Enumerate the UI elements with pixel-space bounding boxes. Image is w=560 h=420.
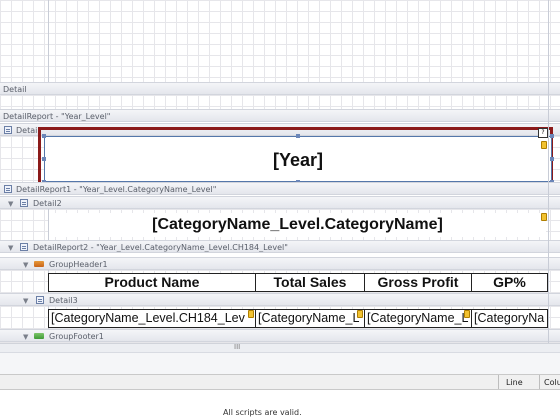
line-label: Line [506, 378, 523, 387]
panel-divider [0, 352, 560, 374]
band-label: Detail [3, 85, 27, 94]
band-group-footer1[interactable]: ▼ GroupFooter1 [0, 329, 560, 342]
cell-gp-percent: [CategoryNa [474, 311, 545, 325]
band-label: DetailReport2 - "Year_Level.CategoryName… [33, 243, 288, 252]
band-detail-report2[interactable]: ▼ DetailReport2 - "Year_Level.CategoryNa… [0, 240, 560, 253]
band-label: Detail [16, 126, 40, 135]
band-icon [4, 185, 12, 193]
resize-handle[interactable] [550, 134, 554, 138]
margin-line [548, 0, 549, 355]
category-name-label[interactable]: [CategoryName_Level.CategoryName] [49, 213, 546, 237]
horizontal-scrollbar[interactable]: III [0, 343, 560, 352]
scrollbar-grip-icon[interactable]: III [234, 343, 240, 351]
band-label: Detail3 [49, 296, 78, 305]
cell-product-name: [CategoryName_Level.CH184_Lev [51, 311, 245, 325]
resize-handle[interactable] [296, 134, 300, 138]
band-detail[interactable]: Detail [0, 82, 560, 95]
column-label: Colu [544, 378, 560, 387]
table-cell[interactable]: [CategoryName_L [364, 309, 472, 328]
band-icon [20, 199, 28, 207]
design-grid-detail[interactable] [0, 95, 560, 109]
collapse-arrow-icon[interactable]: ▼ [8, 242, 13, 252]
header-gross-profit: Gross Profit [377, 274, 459, 290]
status-bar: Line Colu [0, 374, 560, 390]
band-detail-report-year[interactable]: DetailReport - "Year_Level" [0, 109, 560, 122]
table-cell[interactable]: [CategoryName_L [255, 309, 365, 328]
band-label: DetailReport1 - "Year_Level.CategoryName… [16, 185, 217, 194]
band-icon [36, 296, 44, 304]
header-product-name: Product Name [104, 274, 200, 290]
table-header-cell[interactable]: Product Name [48, 273, 256, 292]
table-header-cell[interactable]: Total Sales [255, 273, 365, 292]
header-total-sales: Total Sales [273, 274, 347, 290]
smart-tag-icon[interactable] [464, 310, 470, 318]
margin-line [48, 0, 49, 82]
collapse-arrow-icon[interactable]: ▼ [23, 295, 28, 305]
status-divider [539, 375, 540, 389]
resize-handle[interactable] [42, 157, 46, 161]
cell-gross-profit: [CategoryName_L [367, 311, 469, 325]
band-icon [20, 243, 28, 251]
smart-tag-icon[interactable] [541, 213, 547, 221]
resize-handle[interactable] [550, 157, 554, 161]
design-grid-top[interactable] [0, 0, 560, 82]
year-label[interactable]: [Year] [44, 136, 552, 182]
group-footer-icon [34, 333, 44, 339]
collapse-arrow-icon[interactable]: ▼ [23, 331, 28, 341]
script-status-message: All scripts are valid. [223, 408, 302, 417]
band-label: GroupHeader1 [49, 260, 108, 269]
table-cell[interactable]: [CategoryNa [471, 309, 548, 328]
status-divider [498, 375, 499, 389]
band-detail2[interactable]: ▼ Detail2 [0, 196, 560, 209]
collapse-arrow-icon[interactable]: ▼ [8, 198, 13, 208]
band-icon [4, 126, 12, 134]
band-group-header1[interactable]: ▼ GroupHeader1 [0, 257, 560, 270]
band-detail3[interactable]: ▼ Detail3 [0, 293, 560, 306]
smart-tag-icon[interactable] [541, 141, 547, 149]
collapse-arrow-icon[interactable]: ▼ [23, 259, 28, 269]
category-name-text: [CategoryName_Level.CategoryName] [152, 216, 443, 233]
band-label: DetailReport - "Year_Level" [3, 112, 111, 121]
table-cell[interactable]: [CategoryName_Level.CH184_Lev [48, 309, 256, 328]
help-icon[interactable]: ? [538, 128, 548, 138]
table-header-cell[interactable]: GP% [471, 273, 548, 292]
band-label: Detail2 [33, 199, 62, 208]
band-detail-report1[interactable]: DetailReport1 - "Year_Level.CategoryName… [0, 182, 560, 195]
smart-tag-icon[interactable] [357, 310, 363, 318]
cell-total-sales: [CategoryName_L [258, 311, 360, 325]
header-gp-percent: GP% [493, 274, 526, 290]
table-header-cell[interactable]: Gross Profit [364, 273, 472, 292]
smart-tag-icon[interactable] [248, 310, 254, 318]
band-label: GroupFooter1 [49, 332, 104, 341]
year-label-text: [Year] [272, 150, 324, 170]
group-header-icon [34, 261, 44, 267]
resize-handle[interactable] [42, 134, 46, 138]
